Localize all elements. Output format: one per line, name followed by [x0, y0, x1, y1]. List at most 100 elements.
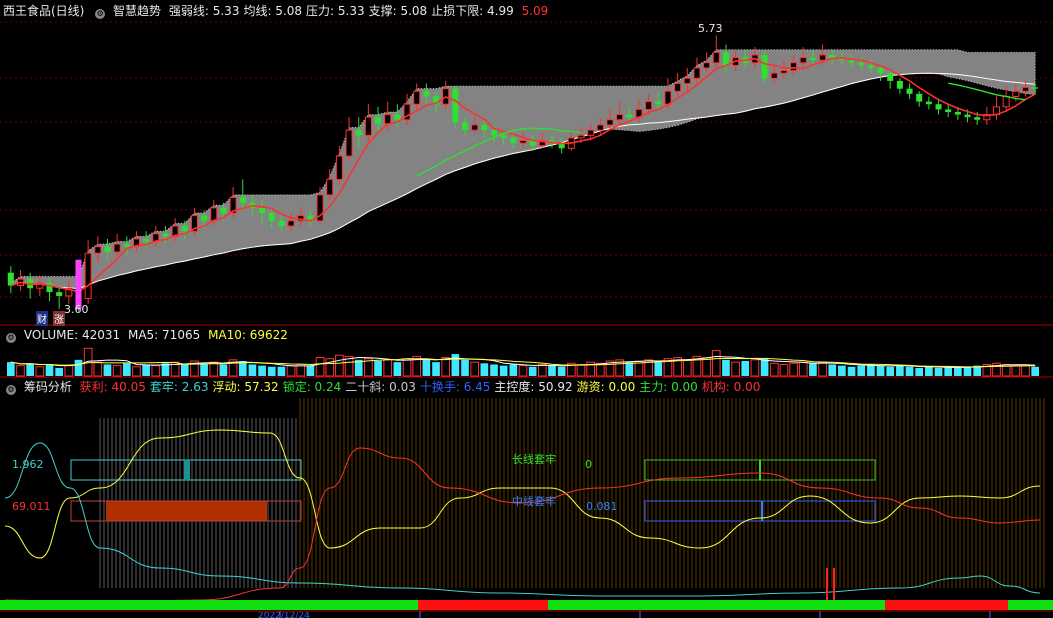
volume-bar	[248, 364, 257, 376]
chip-item: 十换手: 6.45	[419, 380, 491, 394]
candle-body	[809, 57, 816, 61]
indicator-values: 强弱线: 5.33 均线: 5.08 压力: 5.33 支撑: 5.08 止损下限: 4…	[169, 4, 552, 18]
volume-bar	[818, 361, 827, 377]
candle-body	[587, 129, 595, 136]
chip-values: 获利: 40.05 套牢: 2.63 浮动: 57.32 锁定: 0.24 二十斜: 0…	[80, 380, 765, 394]
candle-body	[790, 62, 798, 72]
volume-bar	[518, 365, 528, 377]
volume-bar	[722, 359, 730, 376]
volume-bar	[151, 365, 161, 377]
indicator-name[interactable]: 智慧趋势	[113, 4, 161, 18]
mid-term-value: 0.081	[586, 500, 618, 513]
candle-body	[268, 213, 275, 221]
status-strip	[0, 600, 418, 610]
candle-body	[1032, 87, 1039, 89]
settings-icon[interactable]: ⚙	[95, 9, 106, 19]
ma10-value: 69622	[249, 328, 288, 342]
volume-pane[interactable]: ⚙ VOLUME: 42031 MA5: 71065 MA10: 69622	[0, 326, 1053, 378]
date-axis-label: 2022/12/24	[258, 612, 310, 618]
volume-bar	[258, 365, 266, 376]
candle-body	[510, 137, 517, 144]
indicator-item: 均线: 5.08	[243, 4, 303, 18]
volume-bar	[557, 366, 566, 376]
volume-bar	[441, 357, 451, 377]
low-price-label: 3.60	[64, 303, 89, 316]
candle-body	[577, 134, 585, 139]
zhang-badge[interactable]: 涨	[53, 311, 65, 326]
volume-bar	[537, 363, 547, 377]
candle-body	[722, 52, 729, 66]
volume-bar	[200, 363, 208, 376]
volume-bar	[451, 354, 460, 376]
volume-bar	[132, 366, 141, 377]
volume-bar	[7, 362, 15, 376]
status-strip	[418, 600, 548, 610]
volume-bar	[769, 362, 779, 377]
price-pane[interactable]: 西王食品(日线) ⚙ 智慧趋势 强弱线: 5.33 均线: 5.08 压力: 5.3…	[0, 0, 1053, 326]
chip-item: 机构: 0.00	[701, 380, 761, 394]
volume-bar	[122, 363, 131, 376]
signal-bar	[75, 259, 82, 309]
candle-body	[452, 88, 459, 123]
candle-body	[596, 124, 604, 131]
volume-bar	[1031, 366, 1039, 376]
volume-bar	[925, 366, 933, 376]
candle-body	[858, 62, 865, 66]
volume-bar	[682, 359, 692, 377]
indicator-item: 止损下限: 4.99	[431, 4, 514, 18]
candle-body	[916, 93, 923, 102]
volume-bar	[461, 359, 469, 376]
chip-pane[interactable]: ⚙ 筹码分析 获利: 40.05 套牢: 2.63 浮动: 57.32 锁定: 0.2…	[0, 378, 1053, 618]
volume-bar	[809, 363, 817, 376]
ma5-label: MA5:	[127, 328, 159, 342]
volume-bar	[26, 363, 34, 376]
candle-body	[896, 80, 903, 89]
settings-icon[interactable]: ⚙	[6, 333, 16, 343]
volume-bar	[325, 358, 335, 377]
candle-body	[364, 116, 372, 136]
candle-body	[201, 215, 208, 221]
volume-bar	[847, 366, 856, 376]
candle-body	[626, 114, 633, 118]
volume-value: 42031	[81, 328, 121, 342]
volume-bar	[828, 364, 837, 376]
volume-bar	[383, 359, 393, 377]
candle-body	[326, 178, 334, 196]
volume-bar	[867, 364, 875, 376]
price-header: 西王食品(日线) ⚙ 智慧趋势 强弱线: 5.33 均线: 5.08 压力: 5.3…	[3, 2, 556, 20]
volume-header: ⚙ VOLUME: 42031 MA5: 71065 MA10: 69622	[3, 326, 292, 344]
candle-body	[954, 111, 961, 115]
chip-title[interactable]: 筹码分析	[24, 380, 72, 394]
candle-body	[519, 139, 527, 144]
candle-body	[462, 122, 469, 131]
candle-body	[413, 90, 421, 105]
cai-badge[interactable]: 财	[36, 311, 48, 326]
volume-bar	[789, 362, 798, 377]
settings-icon[interactable]: ⚙	[6, 385, 16, 395]
candle-body	[46, 283, 53, 293]
candlestick-chart[interactable]	[0, 0, 1053, 326]
status-strip	[1008, 600, 1053, 610]
candle-body	[210, 207, 218, 222]
volume-bar	[857, 365, 866, 376]
candle-body	[287, 220, 295, 227]
candle-body	[355, 130, 362, 136]
volume-bar	[45, 364, 54, 376]
candle-body	[770, 72, 778, 79]
candle-body	[616, 114, 624, 121]
status-strip	[548, 600, 885, 610]
volume-bar	[74, 359, 83, 376]
volume-bar	[528, 366, 537, 376]
volume-bar	[702, 357, 711, 377]
status-strip	[885, 600, 1008, 610]
volume-bar	[470, 361, 480, 377]
volume-bar	[315, 357, 325, 377]
volume-bar	[180, 364, 189, 376]
candle-body	[394, 114, 401, 120]
volume-bar	[374, 361, 382, 376]
volume-bar	[741, 361, 750, 376]
indicator-item: 5.09	[517, 4, 549, 18]
volume-bar	[509, 364, 518, 376]
candle-body	[645, 101, 653, 110]
chip-item: 二十斜: 0.03	[345, 380, 416, 394]
